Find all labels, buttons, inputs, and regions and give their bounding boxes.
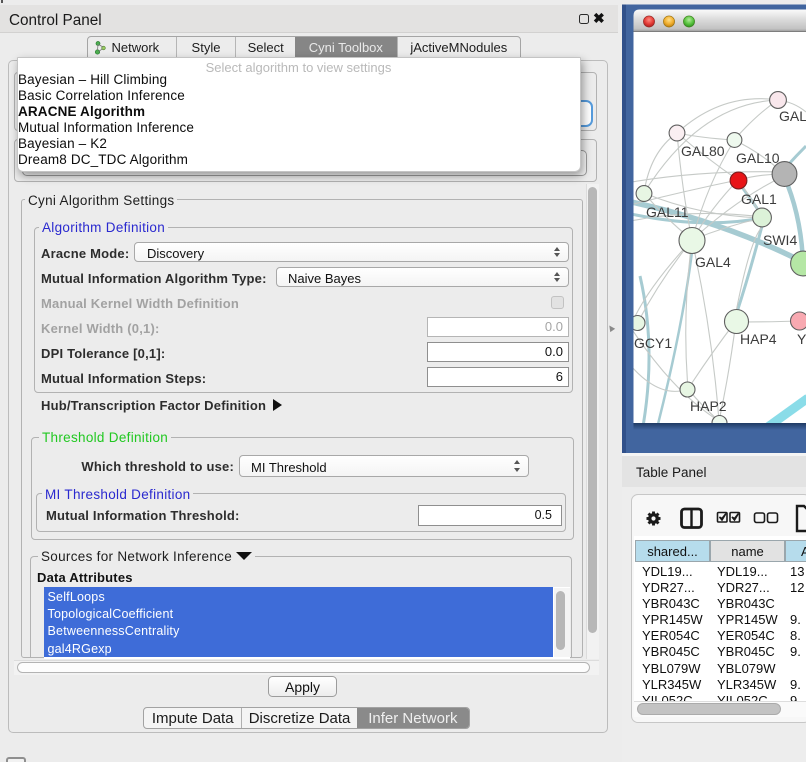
svg-text:GAL7: GAL7 (779, 108, 806, 124)
svg-text:GAL1: GAL1 (741, 191, 777, 207)
svg-text:GCY1: GCY1 (634, 335, 672, 351)
svg-text:YJ: YJ (797, 331, 806, 347)
svg-text:SWI4: SWI4 (763, 232, 797, 248)
svg-text:HAP4: HAP4 (740, 331, 777, 347)
svg-text:GAL80: GAL80 (681, 143, 725, 159)
svg-text:GAL10: GAL10 (736, 150, 780, 166)
svg-text:GAL4: GAL4 (695, 254, 731, 270)
svg-text:HAP2: HAP2 (690, 398, 727, 414)
svg-text:GAL11: GAL11 (646, 204, 689, 220)
